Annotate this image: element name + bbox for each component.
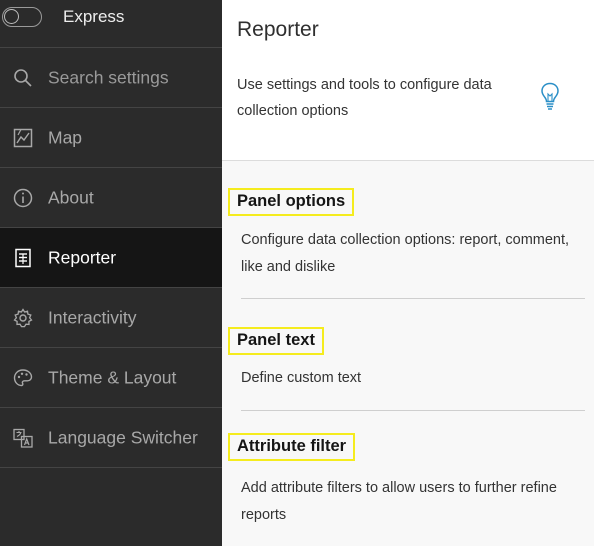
section-title[interactable]: Panel options [228,188,355,216]
lightbulb-icon[interactable] [539,81,561,113]
section-description: Configure data collection options: repor… [241,232,570,275]
language-icon [12,427,34,449]
search-icon [12,67,34,89]
section-title[interactable]: Attribute filter [228,433,356,461]
palette-icon [12,367,34,389]
settings-sidebar: Express Search settings Map About Report… [0,0,222,546]
toggle-knob [4,9,19,24]
divider [241,410,585,411]
map-icon [12,127,34,149]
gear-icon [12,307,34,329]
sidebar-item-interactivity[interactable]: Interactivity [0,288,222,348]
sidebar-item-language-switcher[interactable]: Language Switcher [0,408,222,468]
page-title: Reporter [237,18,319,41]
section-description: Add attribute filters to allow users to … [241,480,557,523]
express-label: Express [63,7,125,26]
divider [241,298,585,299]
sidebar-item-label: About [48,187,94,207]
express-toggle[interactable] [2,7,42,27]
sidebar-item-label: Reporter [48,247,117,267]
section-title[interactable]: Panel text [228,327,324,355]
sidebar-item-map[interactable]: Map [0,108,222,168]
sidebar-item-label: Map [48,127,83,147]
sidebar-item-label: Theme & Layout [48,367,177,387]
info-icon [12,187,34,209]
section-description: Define custom text [241,370,362,386]
reporter-icon [12,247,34,269]
sidebar-item-theme-layout[interactable]: Theme & Layout [0,348,222,408]
page-description: Use settings and tools to configure data… [237,77,492,119]
search-settings-input[interactable]: Search settings [0,48,222,108]
reporter-settings-panel: Reporter Use settings and tools to confi… [222,0,594,546]
sidebar-item-reporter[interactable]: Reporter [0,228,222,288]
sidebar-item-about[interactable]: About [0,168,222,228]
panel-header: Reporter Use settings and tools to confi… [222,0,594,161]
sidebar-item-label: Language Switcher [48,427,198,447]
sidebar-item-label: Interactivity [48,307,137,327]
express-toggle-row: Express [0,0,222,48]
search-placeholder: Search settings [48,67,169,87]
